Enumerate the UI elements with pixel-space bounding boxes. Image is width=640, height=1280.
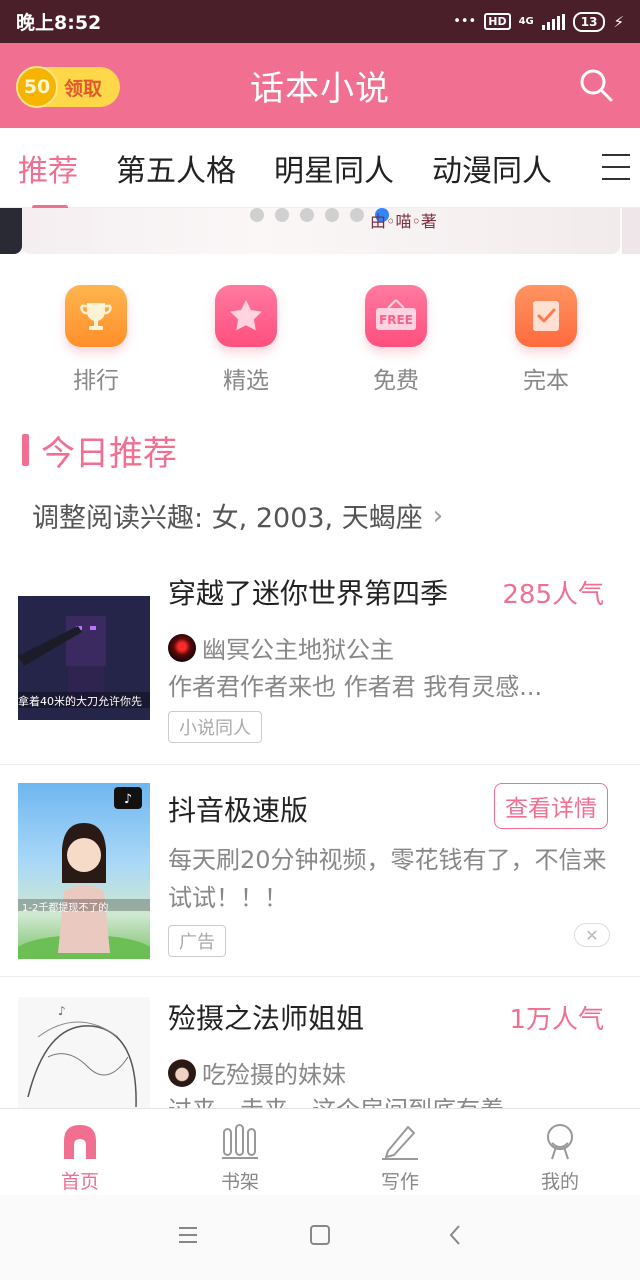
section-header: 今日推荐 — [22, 428, 177, 474]
banner-next-slide — [622, 208, 640, 254]
cover-caption: 拿着40米的大刀允许你先 — [18, 695, 142, 708]
status-bar: 晚上8:52 ••• HD 4G 13 ⚡ — [0, 0, 640, 43]
tab-recommend[interactable]: 推荐 — [18, 146, 78, 210]
author-row: 幽冥公主地狱公主 — [168, 630, 394, 665]
author-avatar — [168, 633, 196, 662]
book-card[interactable]: 拿着40米的大刀允许你先 穿越了迷你世界第四季 285人气 幽冥公主地狱公主 作… — [0, 560, 640, 765]
nav-label: 书架 — [220, 1171, 259, 1193]
ad-cover: ♪ 1-2千都提现不了的 — [18, 783, 150, 959]
carousel-dot — [325, 208, 339, 222]
pen-icon — [382, 1126, 418, 1160]
tab-anime-fanfic[interactable]: 动漫同人 — [432, 146, 552, 190]
carousel-dot — [250, 208, 264, 222]
status-time: 晚上8:52 — [16, 12, 102, 34]
quick-link-label: 排行 — [73, 368, 119, 394]
star-icon — [215, 285, 277, 347]
banner-author-text: 由◦喵◦著 — [370, 212, 437, 231]
more-dots-icon: ••• — [453, 14, 477, 29]
cover-caption: 1-2千都提现不了的 — [22, 903, 109, 914]
nav-bookshelf[interactable]: 书架 — [160, 1109, 320, 1195]
author-name: 吃殓摄的妹妹 — [202, 1061, 346, 1089]
checklist-icon — [515, 285, 577, 347]
interest-text: 调整阅读兴趣: 女, 2003, 天蝎座 — [32, 503, 423, 534]
ad-card[interactable]: ♪ 1-2千都提现不了的 抖音极速版 查看详情 每天刷20分钟视频，零花钱有了，… — [0, 765, 640, 977]
author-avatar — [168, 1058, 196, 1087]
free-tag-icon: FREE — [365, 285, 427, 347]
svg-text:♪: ♪ — [124, 792, 132, 807]
quick-link-ranking[interactable]: 排行 — [21, 285, 171, 400]
recents-menu-icon[interactable] — [176, 1223, 200, 1247]
nav-label: 首页 — [60, 1171, 99, 1193]
nav-profile[interactable]: 我的 — [480, 1109, 640, 1195]
popularity-count: 1万人气 — [509, 1005, 604, 1035]
app-header: 50 领取 话本小说 — [0, 43, 640, 128]
section-title: 今日推荐 — [41, 433, 177, 474]
svg-text:FREE: FREE — [379, 313, 413, 327]
home-icon — [64, 1125, 96, 1159]
book-title: 殓摄之法师姐姐 — [168, 1002, 365, 1035]
carousel-dot — [300, 208, 314, 222]
close-ad-icon[interactable]: ✕ — [574, 923, 610, 947]
back-arrow-icon[interactable] — [444, 1223, 468, 1247]
signal-icon — [541, 13, 565, 30]
banner-prev-slide — [0, 208, 22, 254]
search-icon[interactable] — [578, 67, 614, 103]
book-cover: ♪ — [18, 997, 150, 1108]
book-cover: 拿着40米的大刀允许你先 — [18, 596, 150, 720]
trophy-icon — [65, 285, 127, 347]
nav-home[interactable]: 首页 — [0, 1109, 160, 1195]
tab-identity-v[interactable]: 第五人格 — [116, 146, 236, 190]
carousel-dot — [275, 208, 289, 222]
quick-link-completed[interactable]: 完本 — [471, 285, 621, 400]
author-name: 幽冥公主地狱公主 — [202, 636, 394, 664]
system-navigation-bar — [0, 1195, 640, 1280]
section-accent-bar — [22, 434, 29, 466]
banner-carousel[interactable]: 由◦喵◦著 — [0, 208, 640, 254]
hd-badge: HD — [484, 13, 511, 30]
nav-label: 写作 — [380, 1171, 419, 1193]
popularity-count: 285人气 — [502, 580, 604, 610]
carousel-dot — [350, 208, 364, 222]
author-row: 吃殓摄的妹妹 — [168, 1055, 346, 1090]
ad-description: 每天刷20分钟视频，零花钱有了，不信来试试！！！ — [168, 846, 607, 912]
bottom-navigation: 首页 书架 写作 我的 — [0, 1108, 640, 1195]
carousel-dots — [250, 208, 389, 222]
quick-link-label: 免费 — [373, 368, 419, 394]
book-description: 作者君作者来也 作者君 我有灵感... — [168, 673, 543, 701]
quick-link-label: 精选 — [223, 368, 269, 394]
view-details-button[interactable]: 查看详情 — [494, 783, 608, 829]
coin-claim-button[interactable]: 50 领取 — [16, 66, 120, 108]
book-description: 过来，走来，这个房间到底有着 — [168, 1091, 618, 1108]
nav-write[interactable]: 写作 — [320, 1109, 480, 1195]
quick-links: 排行 精选 FREE 免费 完本 — [0, 285, 640, 400]
quick-link-featured[interactable]: 精选 — [171, 285, 321, 400]
tab-celebrity-fanfic[interactable]: 明星同人 — [274, 146, 394, 190]
charging-icon: ⚡ — [613, 12, 624, 31]
profile-icon — [547, 1124, 573, 1160]
quick-link-free[interactable]: FREE 免费 — [321, 285, 471, 400]
bookshelf-icon — [222, 1124, 258, 1159]
book-card[interactable]: ♪ 殓摄之法师姐姐 1万人气 吃殓摄的妹妹 过来，走来，这个房间到底有着 — [0, 977, 640, 1108]
app-title: 话本小说 — [250, 69, 390, 109]
svg-text:♪: ♪ — [58, 1004, 66, 1018]
coin-claim-label: 领取 — [64, 77, 103, 100]
ad-title: 抖音极速版 — [168, 794, 309, 827]
nav-label: 我的 — [540, 1171, 579, 1193]
status-icons: ••• HD 4G 13 ⚡ — [453, 11, 624, 32]
quick-link-label: 完本 — [523, 368, 569, 394]
tab-menu-icon[interactable] — [602, 154, 630, 180]
coin-icon: 50 — [16, 66, 58, 108]
category-tabs: 推荐 第五人格 明星同人 动漫同人 — [0, 128, 640, 210]
interest-adjust-link[interactable]: 调整阅读兴趣: 女, 2003, 天蝎座 › — [32, 496, 443, 535]
network-label: 4G — [518, 16, 534, 27]
book-title: 穿越了迷你世界第四季 — [168, 577, 449, 610]
chevron-right-icon: › — [432, 500, 444, 531]
ad-tag: 广告 — [168, 925, 226, 957]
battery-icon: 13 — [572, 11, 606, 32]
home-square-icon[interactable] — [308, 1223, 332, 1247]
book-tag: 小说同人 — [168, 711, 262, 743]
